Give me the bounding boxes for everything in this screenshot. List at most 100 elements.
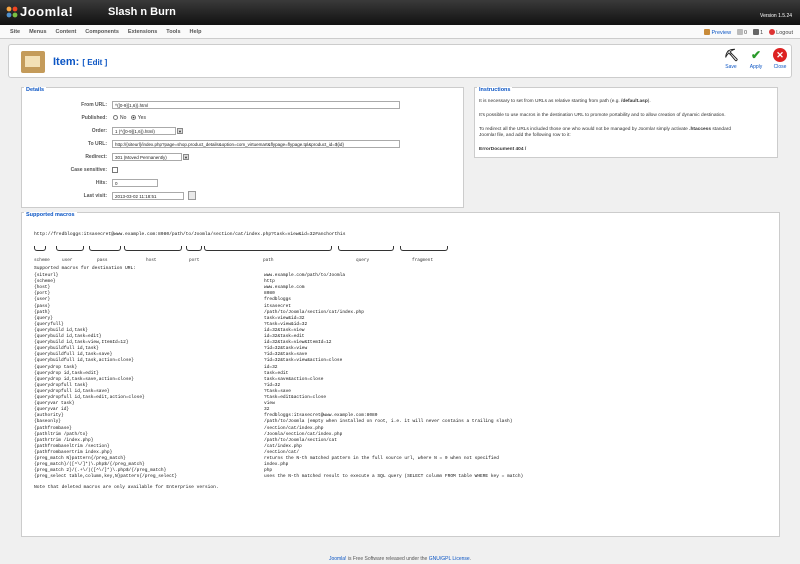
- published-yes-radio[interactable]: [130, 115, 136, 120]
- macro-value: /Joomla/section/cat/index.php: [264, 431, 343, 437]
- macro-value: http: [264, 279, 275, 285]
- from-url-input[interactable]: ^([0-9]{1,6}).html: [112, 101, 400, 109]
- part-port: port: [189, 258, 200, 263]
- apply-button[interactable]: ✔ Apply: [746, 48, 766, 70]
- macro-row: {querydropfull task} ?id=32: [34, 383, 634, 389]
- last-visit-input[interactable]: 2013-03-02 11:18:51: [112, 192, 184, 200]
- preview-link[interactable]: Preview: [704, 29, 731, 36]
- macro-value: 8080: [264, 291, 275, 297]
- order-select[interactable]: 1 (^([0-9]{1,6}).html): [112, 127, 176, 135]
- macro-name: {scheme}: [34, 279, 56, 285]
- macro-value: id=32&task=view: [264, 327, 305, 333]
- menu-menus[interactable]: Menus: [29, 29, 46, 35]
- macro-row: {querybuild id,task=view,ItemId=12} id=32…: [34, 340, 634, 346]
- macro-value: /section/cat/index.php: [264, 425, 324, 431]
- macro-value: /path/to/Joomla (empty when installed on…: [264, 419, 513, 425]
- macro-value: id=32&task=view&ItemId=12: [264, 340, 332, 346]
- site-name: Slash n Burn: [108, 6, 176, 18]
- macro-name: {path}: [34, 309, 51, 315]
- macro-value: fredbloggs: [264, 297, 292, 303]
- part-user: user: [62, 258, 73, 263]
- save-button[interactable]: ⛏ Save: [721, 48, 741, 70]
- case-sensitive-checkbox[interactable]: [112, 167, 118, 173]
- macro-value: id=32: [264, 364, 278, 370]
- brace-host: [124, 246, 182, 251]
- macro-name: {siteurl}: [34, 273, 59, 278]
- macro-name: {preg_match 2}/(.+\/)([^\/]*)\.php$/{/pr…: [34, 468, 167, 474]
- macro-name: {queryvar task}: [34, 401, 75, 407]
- macro-row: {pathltrim /path/to} /Joomla/section/cat/…: [34, 432, 634, 438]
- joomla-logo-icon: [6, 6, 18, 18]
- macro-row: {siteurl} www.example.com/path/to/Joomla: [34, 273, 634, 279]
- menu-extensions[interactable]: Extensions: [128, 29, 157, 35]
- redirect-select[interactable]: 301 (Moved Permanently): [112, 153, 182, 161]
- macro-value: task=save&action=close: [264, 376, 324, 382]
- macro-name: {querydropfull id,task=edit,action=close…: [34, 395, 145, 400]
- redirect-dropdown-icon[interactable]: ▼: [183, 154, 189, 160]
- mail-icon: [737, 29, 744, 35]
- admin-menu-bar: Site Menus Content Components Extensions…: [0, 25, 800, 39]
- to-url-input[interactable]: http://{siteurl}/index.php?page=shop.pro…: [112, 140, 400, 148]
- to-url-label: To URL:: [87, 141, 107, 147]
- logout-link[interactable]: Logout: [769, 29, 793, 36]
- macro-value: task=view&id=32: [264, 315, 305, 321]
- macro-row: {scheme} http: [34, 279, 634, 285]
- close-button[interactable]: ✕ Close: [770, 48, 790, 70]
- macro-name: {querydrop id,task=save,action=close}: [34, 376, 134, 382]
- menu-site[interactable]: Site: [10, 29, 20, 35]
- macro-value: ?id=32&task=save: [264, 352, 308, 358]
- details-legend: Details: [24, 87, 47, 93]
- macro-value: www.example.com/path/to/Joomla: [264, 273, 346, 278]
- macro-name: {querybuild id,task=edit}: [34, 334, 102, 339]
- part-query: query: [356, 258, 370, 263]
- messages-count[interactable]: 0: [737, 29, 747, 36]
- macro-value: www.example.com: [264, 285, 305, 291]
- published-no-radio[interactable]: [113, 115, 118, 120]
- order-row: Order: 1 (^([0-9]{1,6}).html) ▼: [22, 127, 462, 137]
- order-dropdown-icon[interactable]: ▼: [177, 128, 183, 134]
- menu-tools[interactable]: Tools: [166, 29, 180, 35]
- macro-value: itsasecret: [264, 303, 292, 309]
- published-row: Published: No Yes: [22, 114, 462, 124]
- macro-row: {querybuildfull id,task} ?id=32&task=view: [34, 346, 634, 352]
- macro-value: task=edit: [264, 370, 289, 376]
- status-bar: Preview 0 1 Logout: [704, 29, 793, 36]
- macro-row: {pathfrombaseltrim /section} /cat/index.p…: [34, 444, 634, 450]
- hits-input[interactable]: 0: [112, 179, 158, 187]
- macro-row: {baseonly} /path/to/Joomla (empty when in…: [34, 419, 634, 425]
- footer-joomla-link[interactable]: Joomla!: [329, 556, 347, 562]
- published-yes-label: Yes: [137, 115, 146, 121]
- calendar-icon[interactable]: [188, 191, 196, 200]
- macro-value: ?id=32: [264, 382, 281, 388]
- url-parts-diagram: scheme user pass host port path query fr…: [34, 244, 474, 264]
- menu-help[interactable]: Help: [190, 29, 202, 35]
- case-row: Case sensitive:: [22, 166, 462, 176]
- macro-value: uses the N-th matched result to execute …: [264, 474, 524, 480]
- part-path: path: [263, 258, 274, 263]
- brace-path: [204, 246, 332, 251]
- macro-name: {querydrop task}: [34, 364, 78, 370]
- menu-components[interactable]: Components: [85, 29, 119, 35]
- macro-row: {queryfull} ?task=view&id=32: [34, 322, 634, 328]
- user-icon: [753, 29, 760, 35]
- footer-license-link[interactable]: GNU/GPL License: [429, 556, 470, 562]
- macro-name: {preg_match N}pattern{/preg_match}: [34, 456, 126, 461]
- macro-row: {preg_select table,column,key,N}pattern{…: [34, 474, 634, 480]
- instructions-p2: It's possible to use macros in the desti…: [479, 113, 726, 118]
- page-subtitle: [ Edit ]: [82, 58, 108, 67]
- joomla-logo[interactable]: Joomla!: [6, 4, 73, 19]
- users-count[interactable]: 1: [753, 29, 763, 36]
- macro-name: {user}: [34, 297, 51, 303]
- macro-value: ?id=32&task=view&action=close: [264, 358, 343, 364]
- macro-value: ?task=save: [264, 388, 292, 394]
- macro-name: {queryvar id}: [34, 407, 70, 413]
- from-url-label: From URL:: [81, 102, 107, 108]
- menu-content[interactable]: Content: [56, 29, 77, 35]
- macro-name: {pass}: [34, 303, 51, 309]
- macro-value: /path/to/Joomla/section/cat: [264, 437, 337, 443]
- macro-row: {querydrop id,task=save,action=close} tas…: [34, 377, 634, 383]
- save-icon: ⛏: [724, 48, 740, 62]
- macro-row: {querydrop task} id=32: [34, 365, 634, 371]
- macro-name: {queryfull}: [34, 321, 64, 327]
- macro-row: {querybuildfull id,task,action=close} ?id…: [34, 358, 634, 364]
